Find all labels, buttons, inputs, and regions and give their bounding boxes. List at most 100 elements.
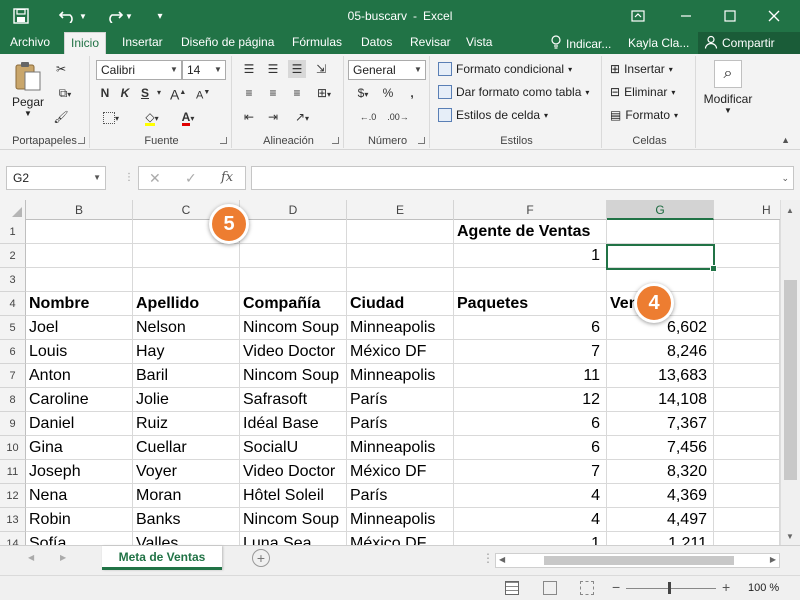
row-header[interactable]: 5 (0, 316, 26, 340)
row-header[interactable]: 2 (0, 244, 26, 268)
editing-button[interactable]: ⌕ Modificar ▼ (700, 60, 756, 115)
cell[interactable]: Cuellar (133, 436, 240, 460)
column-header-e[interactable]: E (347, 200, 454, 220)
cell[interactable]: 8,320 (607, 460, 714, 484)
chevron-down-icon[interactable]: ▼ (93, 167, 101, 189)
cell[interactable]: Caroline (26, 388, 133, 412)
cell[interactable]: Compañía (240, 292, 347, 316)
cell[interactable]: 1 (454, 244, 607, 268)
cell[interactable]: Baril (133, 364, 240, 388)
collapse-ribbon-icon[interactable]: ▲ (781, 135, 790, 145)
format-painter-icon[interactable]: 🖌 (52, 108, 70, 126)
cell[interactable] (347, 268, 454, 292)
cell[interactable]: Sofía (26, 532, 133, 545)
format-as-table-button[interactable]: Dar formato como tabla ▾ (438, 85, 589, 99)
cell[interactable]: Moran (133, 484, 240, 508)
cell[interactable] (133, 268, 240, 292)
decrease-decimal-icon[interactable]: .00→ (386, 108, 410, 126)
tab-vista[interactable]: Vista (460, 32, 498, 54)
vertical-scroll-thumb[interactable] (784, 280, 797, 480)
minimize-icon[interactable] (676, 6, 696, 26)
row-header[interactable]: 9 (0, 412, 26, 436)
column-header-g[interactable]: G (607, 200, 714, 220)
cell[interactable]: Minneapolis (347, 316, 454, 340)
chevron-down-icon[interactable]: ▼ (167, 61, 181, 79)
shrink-font-icon[interactable]: A▼ (196, 84, 210, 102)
cell[interactable] (26, 220, 133, 244)
vertical-scrollbar[interactable]: ▲ ▼ (780, 200, 800, 545)
clipboard-launcher-icon[interactable] (78, 137, 85, 144)
customize-qat-icon[interactable]: ▾ (150, 6, 170, 26)
cell[interactable]: Anton (26, 364, 133, 388)
save-icon[interactable] (10, 6, 32, 26)
cell[interactable] (240, 268, 347, 292)
paste-button[interactable]: Pegar ▼ (10, 60, 46, 118)
cell[interactable]: 11 (454, 364, 607, 388)
row-header[interactable]: 13 (0, 508, 26, 532)
cancel-icon[interactable]: ✕ (149, 170, 161, 187)
conditional-format-button[interactable]: Formato condicional ▾ (438, 62, 572, 76)
scroll-sheets-left-icon[interactable]: ◀ (28, 553, 34, 562)
zoom-slider-thumb[interactable] (668, 582, 671, 594)
number-launcher-icon[interactable] (418, 137, 425, 144)
page-break-view-icon[interactable] (580, 581, 594, 595)
cell[interactable]: 8,246 (607, 340, 714, 364)
cell[interactable]: Nincom Soup (240, 364, 347, 388)
splitter-icon[interactable]: ⋮ (124, 172, 134, 183)
cell[interactable]: París (347, 388, 454, 412)
scroll-down-icon[interactable]: ▼ (786, 532, 794, 541)
align-center-icon[interactable]: ≡ (264, 84, 282, 102)
cell[interactable] (240, 220, 347, 244)
tell-me[interactable]: Indicar... (550, 35, 611, 52)
cell[interactable]: Ruiz (133, 412, 240, 436)
cell[interactable]: Gina (26, 436, 133, 460)
name-box[interactable]: G2 ▼ (6, 166, 106, 190)
cell[interactable]: México DF (347, 460, 454, 484)
insert-cells-button[interactable]: ⊞ Insertar ▾ (610, 62, 673, 76)
row-header[interactable]: 14 (0, 532, 26, 545)
cell[interactable]: Minneapolis (347, 508, 454, 532)
cell[interactable]: Paquetes (454, 292, 607, 316)
cell[interactable]: 1,211 (607, 532, 714, 545)
cell[interactable]: Nincom Soup (240, 316, 347, 340)
cell[interactable]: Luna Sea (240, 532, 347, 545)
cell[interactable]: 4 (454, 508, 607, 532)
cell[interactable] (714, 316, 780, 340)
borders-icon[interactable]: ▾ (98, 108, 124, 126)
cell[interactable]: 14,108 (607, 388, 714, 412)
row-header[interactable]: 4 (0, 292, 26, 316)
cell[interactable]: Idéal Base (240, 412, 347, 436)
currency-icon[interactable]: $▾ (352, 84, 374, 102)
cell[interactable] (714, 508, 780, 532)
scroll-right-icon[interactable]: ▶ (770, 555, 776, 564)
redo-icon[interactable]: ▼ (104, 6, 134, 26)
ribbon-display-options-icon[interactable] (628, 6, 648, 26)
increase-decimal-icon[interactable]: ←.0 (356, 108, 380, 126)
scroll-left-icon[interactable]: ◀ (499, 555, 505, 564)
cell[interactable]: Minneapolis (347, 436, 454, 460)
row-header[interactable]: 3 (0, 268, 26, 292)
cell[interactable]: Nena (26, 484, 133, 508)
cell[interactable] (714, 340, 780, 364)
cell[interactable]: París (347, 412, 454, 436)
scroll-up-icon[interactable]: ▲ (786, 206, 794, 215)
format-cells-button[interactable]: ▤ Formato ▾ (610, 108, 678, 122)
cell[interactable]: Hay (133, 340, 240, 364)
expand-formula-icon[interactable]: ⌄ (781, 167, 789, 189)
tab-revisar[interactable]: Revisar (404, 32, 457, 54)
merge-center-icon[interactable]: ⊞▾ (310, 84, 338, 102)
enter-icon[interactable]: ✓ (185, 170, 197, 187)
share-button[interactable]: Compartir (698, 32, 800, 54)
cell[interactable]: Jolie (133, 388, 240, 412)
cell[interactable]: Joseph (26, 460, 133, 484)
bold-button[interactable]: N (98, 84, 112, 102)
align-right-icon[interactable]: ≡ (288, 84, 306, 102)
cell[interactable]: 4,497 (607, 508, 714, 532)
zoom-in-icon[interactable]: + (722, 579, 730, 595)
cell[interactable]: 7 (454, 340, 607, 364)
cell[interactable] (607, 244, 714, 268)
font-launcher-icon[interactable] (220, 137, 227, 144)
cell[interactable]: París (347, 484, 454, 508)
cell[interactable]: Louis (26, 340, 133, 364)
cell[interactable]: Video Doctor (240, 460, 347, 484)
